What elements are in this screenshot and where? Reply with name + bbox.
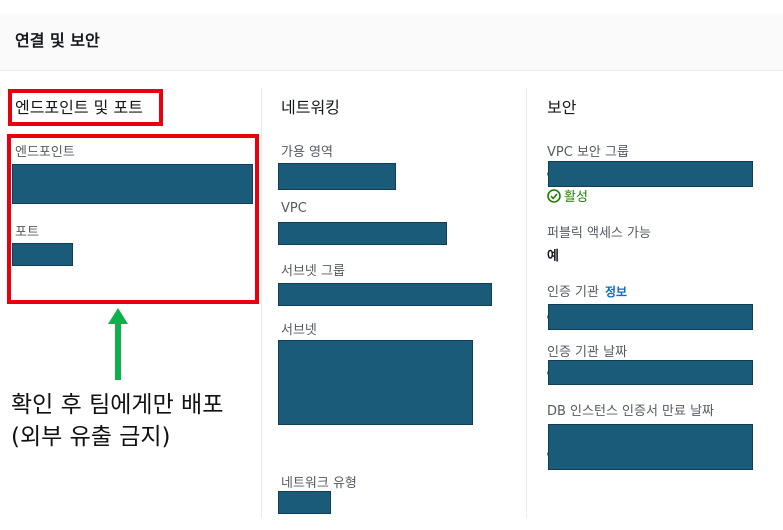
check-circle-icon bbox=[547, 188, 561, 203]
security-section-title: 보안 bbox=[547, 98, 577, 117]
ca-info-link[interactable]: 정보 bbox=[605, 285, 627, 299]
network-type-label: 네트워크 유형 bbox=[281, 476, 357, 491]
sg-status: 활성 bbox=[547, 186, 588, 205]
arrow-up-icon bbox=[108, 308, 128, 380]
cert-expiry-value-redacted bbox=[548, 424, 753, 470]
vpc-value-redacted bbox=[278, 222, 447, 245]
subnets-label: 서브넷 bbox=[281, 323, 317, 338]
subnets-value-redacted bbox=[278, 340, 473, 425]
network-type-value-redacted bbox=[278, 491, 331, 514]
vpc-sg-label: VPC 보안 그룹 bbox=[547, 145, 629, 160]
distribution-notice-line2: (외부 유출 금지) bbox=[11, 424, 171, 450]
ca-label: 인증 기관 bbox=[547, 285, 599, 300]
column-divider bbox=[261, 88, 262, 518]
endpoint-highlight-box bbox=[7, 134, 259, 304]
ca-label-row: 인증 기관 정보 bbox=[547, 281, 627, 300]
az-label: 가용 영역 bbox=[281, 145, 333, 160]
az-value-redacted bbox=[278, 163, 396, 190]
title-highlight-box bbox=[8, 89, 163, 126]
ca-date-value-redacted bbox=[548, 360, 753, 385]
ca-value-redacted bbox=[548, 304, 753, 330]
ca-date-label: 인증 기관 날짜 bbox=[547, 345, 628, 360]
column-divider bbox=[526, 88, 527, 518]
section-header: 연결 및 보안 bbox=[0, 14, 783, 71]
network-section-title: 네트워킹 bbox=[281, 98, 340, 117]
subnet-group-label: 서브넷 그룹 bbox=[281, 264, 345, 279]
distribution-notice-line1: 확인 후 팀에게만 배포 bbox=[11, 392, 224, 418]
cert-expiry-label: DB 인스턴스 인증서 만료 날짜 bbox=[547, 404, 715, 419]
subnet-group-value-redacted bbox=[278, 283, 492, 306]
distribution-notice: 확인 후 팀에게만 배포 (외부 유출 금지) bbox=[11, 389, 223, 453]
vpc-sg-value-redacted bbox=[548, 161, 753, 187]
sg-status-text: 활성 bbox=[564, 190, 588, 205]
page-title: 연결 및 보안 bbox=[15, 31, 100, 50]
public-access-value: 예 bbox=[547, 249, 559, 264]
public-access-label: 퍼블릭 액세스 가능 bbox=[547, 226, 651, 241]
vpc-label: VPC bbox=[281, 201, 307, 216]
